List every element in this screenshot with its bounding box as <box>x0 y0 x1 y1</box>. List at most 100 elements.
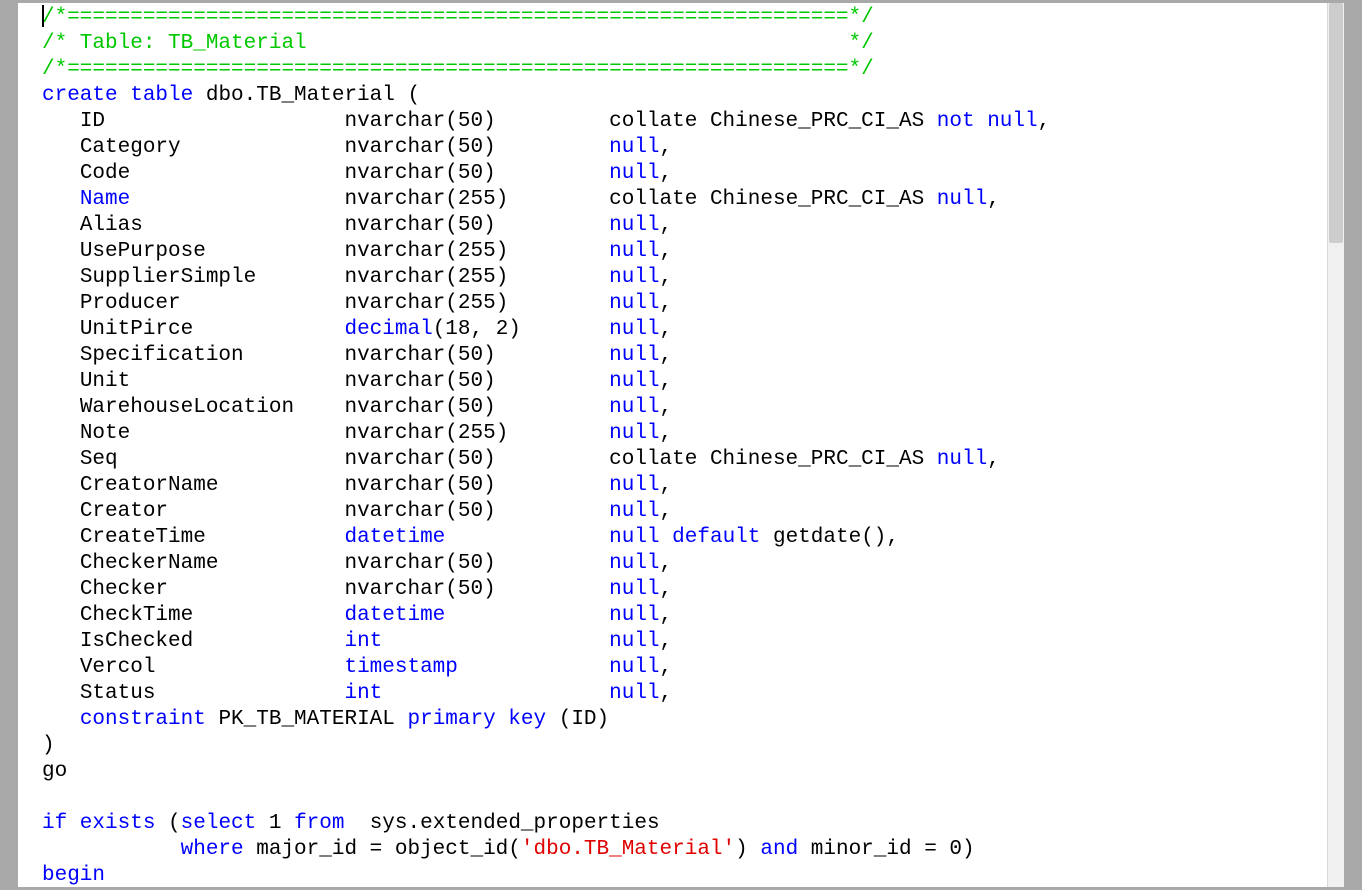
kw-null: null <box>609 214 659 237</box>
sql-comment-bar: /*======================================… <box>42 58 874 81</box>
column-type: nvarchar(50) <box>344 162 609 185</box>
kw-null: null <box>609 136 659 159</box>
go-batch: go <box>42 760 67 783</box>
kw-null: null <box>609 630 659 653</box>
kw-null: null <box>609 422 659 445</box>
column-name: Code <box>80 162 345 185</box>
column-type: nvarchar(50) <box>344 474 609 497</box>
column-name: UsePurpose <box>80 240 345 263</box>
kw-null: null <box>609 344 659 367</box>
kw-begin: begin <box>42 864 105 887</box>
kw-null: null <box>937 448 987 471</box>
kw-default: default <box>672 526 760 549</box>
column-name: Specification <box>80 344 345 367</box>
sql-comment-bar: /*======================================… <box>42 6 874 29</box>
column-name: Vercol <box>80 656 345 679</box>
column-type: nvarchar(50) <box>344 500 609 523</box>
column-type: nvarchar(50) <box>344 396 609 419</box>
collate-clause: collate Chinese_PRC_CI_AS <box>609 448 937 471</box>
where-close-paren: ) <box>735 838 760 861</box>
kw-null: null <box>609 396 659 419</box>
if-exists-paren: ( <box>155 812 180 835</box>
kw-null: null <box>609 526 659 549</box>
kw-null: null <box>609 474 659 497</box>
kw-from: from <box>294 812 344 835</box>
column-name: CheckerName <box>80 552 345 575</box>
column-type: nvarchar(50) <box>344 370 609 393</box>
kw-null: null <box>609 578 659 601</box>
kw-primary-key: primary key <box>407 708 546 731</box>
column-type: nvarchar(255) <box>344 422 609 445</box>
column-type-kw: datetime <box>344 526 445 549</box>
kw-where: where <box>181 838 244 861</box>
kw-null: null <box>937 188 987 211</box>
kw-null: null <box>609 552 659 575</box>
column-name: Name <box>80 188 130 211</box>
from-table: sys.extended_properties <box>345 812 660 835</box>
column-name: CheckTime <box>80 604 345 627</box>
string-literal: 'dbo.TB_Material' <box>521 838 735 861</box>
column-name: Note <box>80 422 345 445</box>
kw-null: null <box>609 682 659 705</box>
column-type-kw: int <box>344 630 382 653</box>
kw-select: select <box>181 812 257 835</box>
column-type: nvarchar(255) <box>344 292 609 315</box>
column-name: Seq <box>80 448 345 471</box>
column-type: nvarchar(255) <box>344 266 609 289</box>
column-name: WarehouseLocation <box>80 396 345 419</box>
column-type: nvarchar(50) <box>344 448 609 471</box>
code-content[interactable]: /*======================================… <box>18 3 1328 887</box>
collate-clause: collate Chinese_PRC_CI_AS <box>609 188 937 211</box>
kw-null: null <box>609 604 659 627</box>
sql-comment-title: /* Table: TB_Material */ <box>42 32 874 55</box>
column-type: nvarchar(50) <box>344 344 609 367</box>
column-name: Creator <box>80 500 345 523</box>
column-type-kw: datetime <box>344 604 445 627</box>
pk-columns: (ID) <box>546 708 609 731</box>
column-type: nvarchar(255) <box>344 240 609 263</box>
text-cursor <box>42 5 44 27</box>
kw-null: null <box>609 240 659 263</box>
pk-name: PK_TB_MATERIAL <box>206 708 408 731</box>
column-name: IsChecked <box>80 630 345 653</box>
kw-create-table: create table <box>42 84 193 107</box>
column-name: Status <box>80 682 345 705</box>
create-table-name: dbo.TB_Material ( <box>193 84 420 107</box>
kw-null: null <box>609 292 659 315</box>
column-type: nvarchar(50) <box>344 136 609 159</box>
kw-null: null <box>609 266 659 289</box>
vertical-scrollbar-thumb[interactable] <box>1329 3 1343 243</box>
code-editor-viewport[interactable]: /*======================================… <box>18 3 1328 887</box>
column-type-kw: decimal <box>344 318 432 341</box>
column-type-kw: timestamp <box>344 656 457 679</box>
column-type: nvarchar(50) <box>344 110 609 133</box>
kw-null: null <box>609 370 659 393</box>
column-type: nvarchar(255) <box>344 188 609 211</box>
column-name: ID <box>80 110 345 133</box>
kw-null: null <box>609 162 659 185</box>
kw-null: not null <box>937 110 1038 133</box>
code-editor-frame: /*======================================… <box>18 3 1344 887</box>
column-name: SupplierSimple <box>80 266 345 289</box>
column-type-trail: (18, 2) <box>433 318 521 341</box>
where-minorid: minor_id = 0) <box>798 838 974 861</box>
column-name: Alias <box>80 214 345 237</box>
column-type: nvarchar(50) <box>344 578 609 601</box>
column-name: CreateTime <box>80 526 345 549</box>
default-getdate: getdate(), <box>760 526 899 549</box>
column-type-kw: int <box>344 682 382 705</box>
column-name: Checker <box>80 578 345 601</box>
close-paren: ) <box>42 734 55 757</box>
column-name: Producer <box>80 292 345 315</box>
kw-null: null <box>609 318 659 341</box>
kw-null: null <box>609 656 659 679</box>
kw-and: and <box>760 838 798 861</box>
vertical-scrollbar[interactable] <box>1327 3 1344 887</box>
kw-if-exists: if exists <box>42 812 155 835</box>
column-name: UnitPirce <box>80 318 345 341</box>
select-one: 1 <box>256 812 294 835</box>
column-type: nvarchar(50) <box>344 552 609 575</box>
kw-null: null <box>609 500 659 523</box>
collate-clause: collate Chinese_PRC_CI_AS <box>609 110 937 133</box>
column-name: CreatorName <box>80 474 345 497</box>
